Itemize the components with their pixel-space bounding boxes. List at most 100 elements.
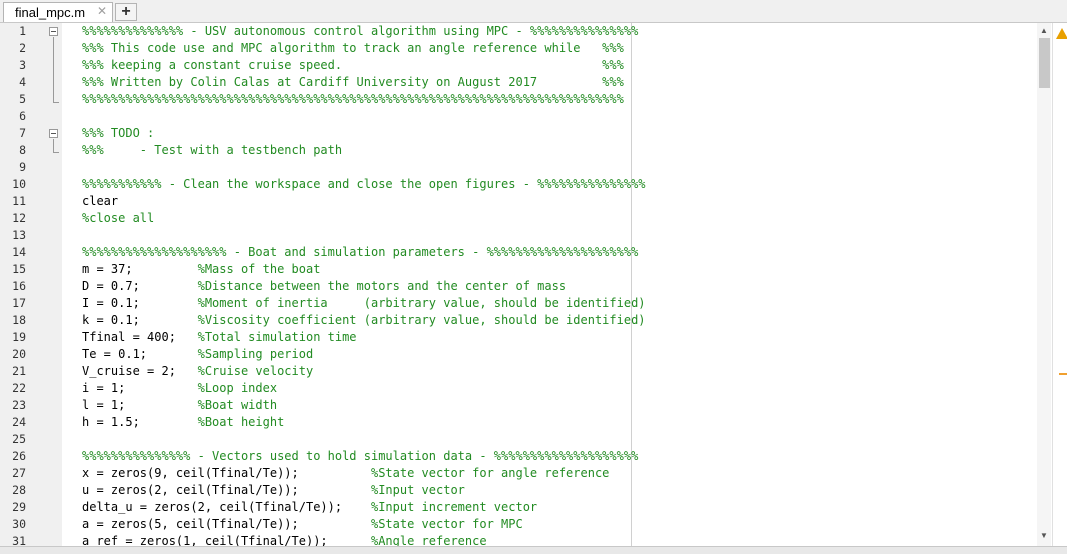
line-number: 15 xyxy=(12,262,26,276)
code-line[interactable]: 1 %%%%%%%%%%%%%% - USV autonomous control… xyxy=(0,23,1040,40)
line-number: 1 xyxy=(19,24,26,38)
line-number: 9 xyxy=(19,160,26,174)
code-text[interactable]: I = 0.1; %Moment of inertia (arbitrary v… xyxy=(82,295,646,312)
comment-text: %%%%%%%%%%%%%%% - Vectors used to hold s… xyxy=(82,449,639,463)
code-line[interactable]: 30 a = zeros(5, ceil(Tfinal/Te)); %State … xyxy=(0,516,1040,533)
code-line[interactable]: 28 u = zeros(2, ceil(Tfinal/Te)); %Input … xyxy=(0,482,1040,499)
comment-text: %Mass of the boat xyxy=(197,262,321,276)
code-line[interactable]: 22 i = 1; %Loop index xyxy=(0,380,1040,397)
line-number: 7 xyxy=(19,126,26,140)
code-line[interactable]: 5%%%%%%%%%%%%%%%%%%%%%%%%%%%%%%%%%%%%%%%… xyxy=(0,91,1040,108)
scroll-down-arrow-icon[interactable]: ▼ xyxy=(1040,531,1048,540)
code-line[interactable]: 18 k = 0.1; %Viscosity coefficient (arbit… xyxy=(0,312,1040,329)
close-icon[interactable]: ✕ xyxy=(97,4,107,18)
code-text[interactable]: %%% Written by Colin Calas at Cardiff Un… xyxy=(82,74,624,91)
code-line[interactable]: 26 %%%%%%%%%%%%%%% - Vectors used to hold… xyxy=(0,448,1040,465)
code-line[interactable]: 2 %%% This code use and MPC algorithm to … xyxy=(0,40,1040,57)
code-line[interactable]: 15 m = 37; %Mass of the boat xyxy=(0,261,1040,278)
warning-marker[interactable] xyxy=(1059,373,1067,375)
line-number: 25 xyxy=(12,432,26,446)
code-text[interactable]: delta_u = zeros(2, ceil(Tfinal/Te)); %In… xyxy=(82,499,537,516)
code-line[interactable]: 27 x = zeros(9, ceil(Tfinal/Te)); %State … xyxy=(0,465,1040,482)
code-text[interactable]: Te = 0.1; %Sampling period xyxy=(82,346,313,363)
code-text[interactable]: %%% - Test with a testbench path xyxy=(82,142,342,159)
line-number: 14 xyxy=(12,245,26,259)
code-line[interactable]: 20 Te = 0.1; %Sampling period xyxy=(0,346,1040,363)
code-line[interactable]: 13 xyxy=(0,227,1040,244)
code-line[interactable]: 9 xyxy=(0,159,1040,176)
line-number: 2 xyxy=(19,41,26,55)
code-line[interactable]: 24 h = 1.5; %Boat height xyxy=(0,414,1040,431)
code-line[interactable]: 19 Tfinal = 400; %Total simulation time xyxy=(0,329,1040,346)
comment-text: %Input vector xyxy=(370,483,465,497)
code-text[interactable]: %%%%%%%%%%% - Clean the workspace and cl… xyxy=(82,176,646,193)
code-token: I = 0.1; xyxy=(82,296,198,310)
vertical-scrollbar[interactable]: ▲ ▼ xyxy=(1037,23,1051,546)
comment-text: %Moment of inertia (arbitrary value, sho… xyxy=(197,296,646,310)
code-text[interactable]: %%% This code use and MPC algorithm to t… xyxy=(82,40,624,57)
line-number: 26 xyxy=(12,449,26,463)
code-text[interactable]: %close all xyxy=(82,210,154,227)
code-line[interactable]: 16 D = 0.7; %Distance between the motors … xyxy=(0,278,1040,295)
code-token: a = zeros(5, ceil(Tfinal/Te)); xyxy=(82,517,371,531)
line-number: 21 xyxy=(12,364,26,378)
code-text[interactable]: u = zeros(2, ceil(Tfinal/Te)); %Input ve… xyxy=(82,482,465,499)
code-line[interactable]: 7 %%% TODO : xyxy=(0,125,1040,142)
code-line[interactable]: 21 V_cruise = 2; %Cruise velocity xyxy=(0,363,1040,380)
code-text[interactable]: a_ref = zeros(1, ceil(Tfinal/Te)); %Angl… xyxy=(82,533,487,546)
code-token: clear xyxy=(82,194,119,208)
code-line[interactable]: 31 a_ref = zeros(1, ceil(Tfinal/Te)); %An… xyxy=(0,533,1040,546)
comment-text: %%%%%%%%%%%%%% - USV autonomous control … xyxy=(82,24,639,38)
code-line[interactable]: 6 xyxy=(0,108,1040,125)
code-line[interactable]: 29 delta_u = zeros(2, ceil(Tfinal/Te)); %… xyxy=(0,499,1040,516)
line-number: 31 xyxy=(12,534,26,546)
code-text[interactable]: a = zeros(5, ceil(Tfinal/Te)); %State ve… xyxy=(82,516,523,533)
code-text[interactable]: l = 1; %Boat width xyxy=(82,397,277,414)
code-line[interactable]: 10 %%%%%%%%%%% - Clean the workspace and … xyxy=(0,176,1040,193)
new-tab-button[interactable]: + xyxy=(115,3,137,21)
code-text[interactable]: i = 1; %Loop index xyxy=(82,380,277,397)
line-number: 19 xyxy=(12,330,26,344)
code-line[interactable]: 23 l = 1; %Boat width xyxy=(0,397,1040,414)
code-line[interactable]: 3 %%% keeping a constant cruise speed. %%… xyxy=(0,57,1040,74)
code-text[interactable]: %%% TODO : xyxy=(82,125,154,142)
comment-text: %%% This code use and MPC algorithm to t… xyxy=(82,41,624,55)
code-token: Te = 0.1; xyxy=(82,347,198,361)
code-text[interactable]: V_cruise = 2; %Cruise velocity xyxy=(82,363,313,380)
code-line[interactable]: 8 %%% - Test with a testbench path xyxy=(0,142,1040,159)
comment-text: %%% TODO : xyxy=(82,126,155,140)
comment-text: %%%%%%%%%%% - Clean the workspace and cl… xyxy=(82,177,646,191)
code-text[interactable]: clear xyxy=(82,193,118,210)
code-text[interactable]: D = 0.7; %Distance between the motors an… xyxy=(82,278,566,295)
code-line[interactable]: 12 %close all xyxy=(0,210,1040,227)
comment-text: %Cruise velocity xyxy=(197,364,314,378)
code-text[interactable]: %%%%%%%%%%%%%%%%%%%% - Boat and simulati… xyxy=(82,244,638,261)
code-line[interactable]: 14 %%%%%%%%%%%%%%%%%%%% - Boat and simula… xyxy=(0,244,1040,261)
code-token: l = 1; xyxy=(82,398,198,412)
scrollbar-thumb[interactable] xyxy=(1039,38,1050,88)
code-text[interactable]: k = 0.1; %Viscosity coefficient (arbitra… xyxy=(82,312,646,329)
code-text[interactable]: %%%%%%%%%%%%%%% - Vectors used to hold s… xyxy=(82,448,638,465)
code-text[interactable]: m = 37; %Mass of the boat xyxy=(82,261,320,278)
code-line[interactable]: 17 I = 0.1; %Moment of inertia (arbitrary… xyxy=(0,295,1040,312)
line-number: 3 xyxy=(19,58,26,72)
code-text[interactable]: %%%%%%%%%%%%%% - USV autonomous control … xyxy=(82,23,638,40)
code-line[interactable]: 11 clear xyxy=(0,193,1040,210)
comment-text: %%% - Test with a testbench path xyxy=(82,143,343,157)
code-text[interactable]: %%%%%%%%%%%%%%%%%%%%%%%%%%%%%%%%%%%%%%%%… xyxy=(82,91,624,108)
code-text[interactable]: Tfinal = 400; %Total simulation time xyxy=(82,329,357,346)
tab-final-mpc[interactable]: final_mpc.m ✕ xyxy=(3,2,113,22)
code-token: a_ref = zeros(1, ceil(Tfinal/Te)); xyxy=(82,534,371,546)
comment-text: %State vector for angle reference xyxy=(370,466,610,480)
code-line[interactable]: 4 %%% Written by Colin Calas at Cardiff U… xyxy=(0,74,1040,91)
code-text[interactable]: x = zeros(9, ceil(Tfinal/Te)); %State ve… xyxy=(82,465,609,482)
code-text[interactable]: h = 1.5; %Boat height xyxy=(82,414,284,431)
comment-text: %%% keeping a constant cruise speed. %%% xyxy=(82,58,624,72)
code-text[interactable]: %%% keeping a constant cruise speed. %%% xyxy=(82,57,624,74)
code-editor[interactable]: 1 %%%%%%%%%%%%%% - USV autonomous control… xyxy=(0,23,1067,546)
code-line[interactable]: 25 xyxy=(0,431,1040,448)
warning-icon[interactable] xyxy=(1056,28,1067,39)
comment-text: %Total simulation time xyxy=(197,330,357,344)
code-token: delta_u = zeros(2, ceil(Tfinal/Te)); xyxy=(82,500,371,514)
scroll-up-arrow-icon[interactable]: ▲ xyxy=(1040,26,1048,35)
